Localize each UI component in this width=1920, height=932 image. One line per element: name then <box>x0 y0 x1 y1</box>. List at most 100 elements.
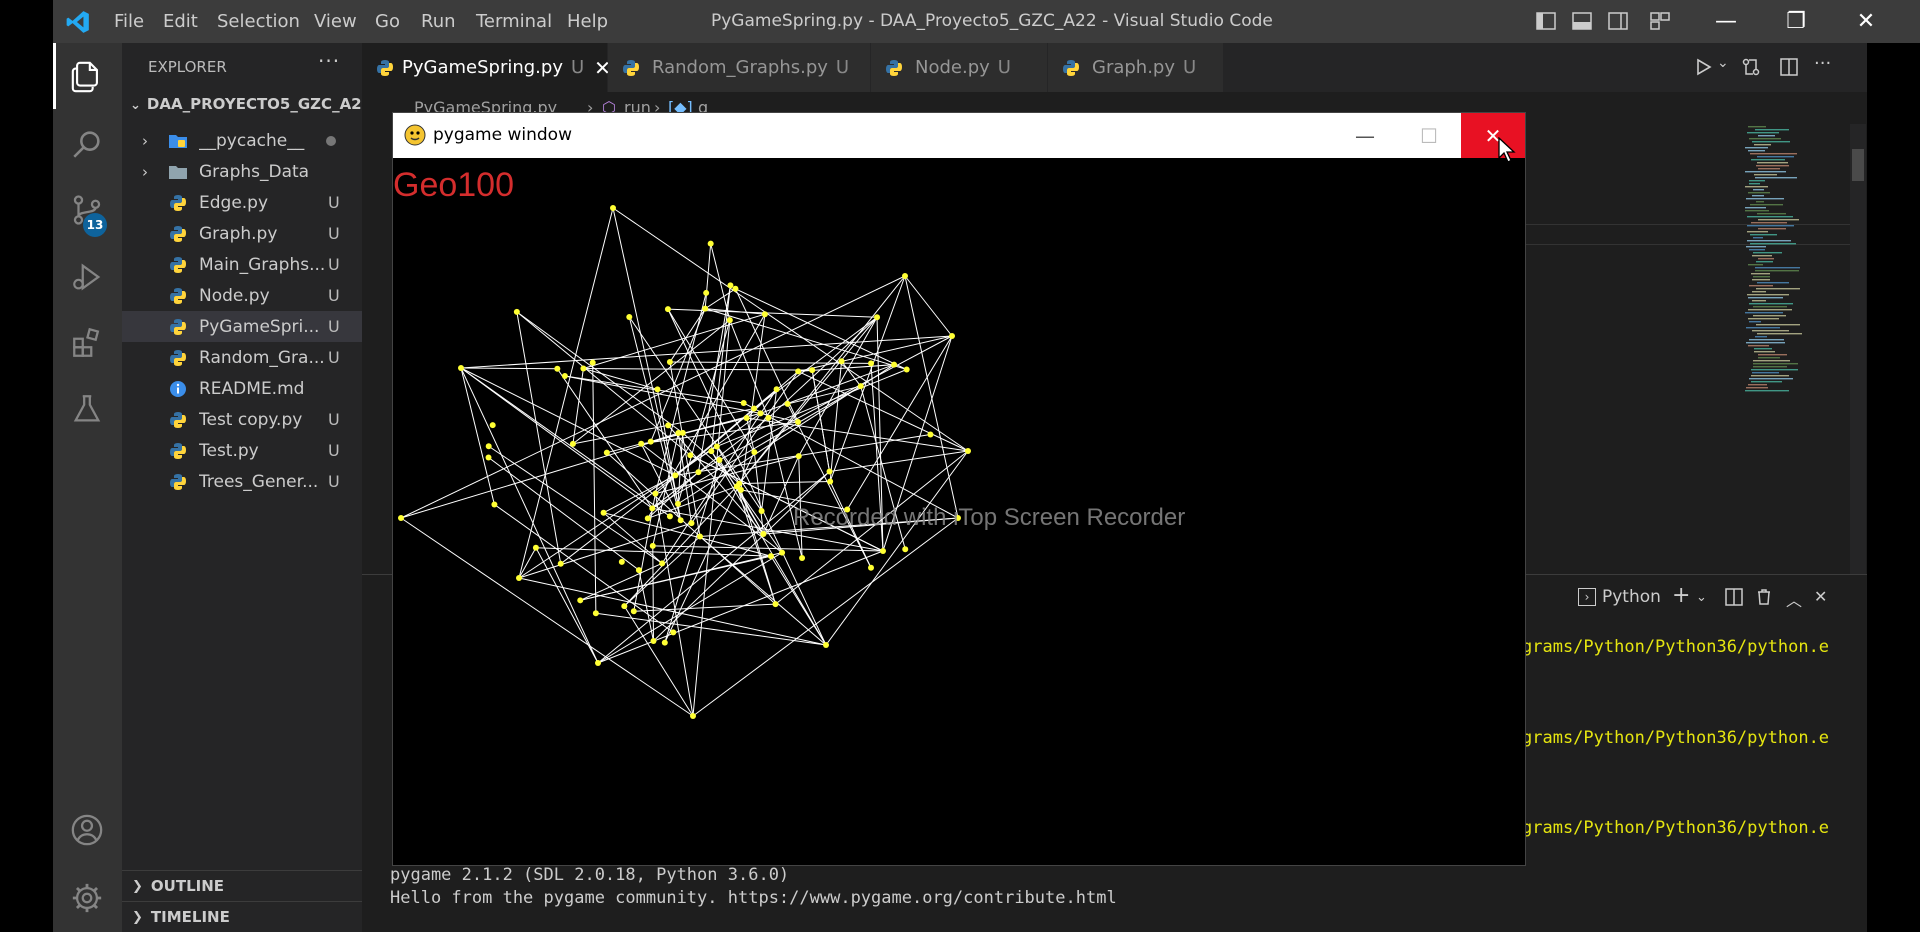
chevron-down-icon[interactable]: ⌄ <box>1696 590 1707 605</box>
minimap-line <box>1755 129 1789 131</box>
menu-file[interactable]: File <box>114 0 144 43</box>
tab-node[interactable]: Node.py U <box>871 43 1047 92</box>
restore-button[interactable]: ❐ <box>1761 0 1831 43</box>
tree-item-trees-generator[interactable]: Trees_Gener... U <box>122 466 362 497</box>
graph-node <box>600 509 607 516</box>
minimap-line <box>1757 282 1789 284</box>
close-panel-icon[interactable]: ✕ <box>1814 587 1827 606</box>
customize-layout-icon[interactable] <box>1649 10 1671 32</box>
graph-node <box>902 546 909 553</box>
close-button[interactable]: ✕ <box>1831 0 1901 43</box>
editor-scrollbar[interactable] <box>1850 124 1866 574</box>
tree-item-test[interactable]: Test.py U <box>122 435 362 466</box>
run-debug-icon[interactable] <box>65 255 109 299</box>
more-actions-icon[interactable]: ··· <box>318 49 340 73</box>
menu-help[interactable]: Help <box>567 0 608 43</box>
tree-item-label: Random_Gra... <box>199 347 325 368</box>
minimap-line <box>1749 183 1760 185</box>
testing-icon[interactable] <box>65 387 109 431</box>
run-dropdown-icon[interactable]: ⌄ <box>1717 55 1729 71</box>
tree-item-node[interactable]: Node.py U <box>122 280 362 311</box>
tree-item-label: __pycache__ <box>199 130 305 151</box>
graph-node <box>458 365 464 371</box>
pygame-maximize-button[interactable]: ☐ <box>1397 113 1461 158</box>
tree-item-edge[interactable]: Edge.py U <box>122 187 362 218</box>
pygame-snake-icon <box>404 124 426 146</box>
tree-item-graphs-data[interactable]: › Graphs_Data <box>122 156 362 187</box>
tree-item-readme[interactable]: README.md <box>122 373 362 404</box>
scrollbar-thumb[interactable] <box>1852 149 1864 181</box>
menu-edit[interactable]: Edit <box>163 0 198 43</box>
minimap-line <box>1752 330 1789 332</box>
pygame-title-bar[interactable]: pygame window — ☐ ✕ <box>393 113 1525 163</box>
minimap-line <box>1755 270 1799 272</box>
tree-item-pycache[interactable]: › __pycache__ <box>122 125 362 156</box>
tree-item-pygamespring[interactable]: PyGameSpri... U <box>122 311 362 342</box>
graph-edge <box>704 288 736 310</box>
tree-item-graph[interactable]: Graph.py U <box>122 218 362 249</box>
graph-node <box>736 480 743 487</box>
minimap-line <box>1757 156 1794 158</box>
menu-terminal[interactable]: Terminal <box>476 0 552 43</box>
graph-node <box>650 637 657 644</box>
graph-node <box>773 386 780 393</box>
run-file-icon[interactable] <box>1692 56 1714 78</box>
tab-random-graphs[interactable]: Random_Graphs.py U <box>608 43 870 92</box>
terminal-selector[interactable]: › Python <box>1578 587 1661 607</box>
sidebar-title: EXPLORER <box>148 58 227 76</box>
pygame-minimize-button[interactable]: — <box>1333 113 1397 158</box>
minimap-line <box>1754 351 1775 353</box>
tree-item-main-graphs[interactable]: Main_Graphs... U <box>122 249 362 280</box>
graph-node <box>809 367 816 374</box>
python-file-icon <box>885 57 907 79</box>
minimap-line <box>1751 273 1770 275</box>
tree-item-random-graphs[interactable]: Random_Gra... U <box>122 342 362 373</box>
menu-selection[interactable]: Selection <box>217 0 300 43</box>
tab-label: PyGameSpring.py <box>402 57 563 78</box>
graph-node <box>751 449 758 456</box>
trash-icon[interactable] <box>1754 587 1774 607</box>
workspace-folder[interactable]: ⌄ DAA_PROYECTO5_GZC_A22 <box>130 95 372 113</box>
compare-changes-icon[interactable] <box>1740 56 1762 78</box>
minimap-line <box>1748 309 1792 311</box>
explorer-icon[interactable] <box>65 55 109 99</box>
minimize-button[interactable]: — <box>1691 0 1761 43</box>
pygame-window[interactable]: pygame window — ☐ ✕ Geo100 Recorded with… <box>392 112 1526 866</box>
graph-node <box>726 317 733 324</box>
menu-view[interactable]: View <box>314 0 357 43</box>
minimap-line <box>1758 135 1775 137</box>
settings-gear-icon[interactable] <box>65 876 109 920</box>
account-icon[interactable] <box>65 808 109 852</box>
toggle-secondary-sidebar-icon[interactable] <box>1607 10 1629 32</box>
pygame-canvas[interactable]: Geo100 Recorded with iTop Screen Recorde… <box>393 158 1525 866</box>
add-terminal-icon[interactable]: + <box>1672 583 1690 608</box>
maximize-panel-icon[interactable]: ︿ <box>1786 587 1802 611</box>
tab-pygamespring[interactable]: PyGameSpring.py U ✕ <box>362 43 611 92</box>
graph-edge <box>612 207 969 452</box>
split-editor-icon[interactable] <box>1778 56 1800 78</box>
graph-edge <box>829 361 843 482</box>
graph-node <box>654 386 661 393</box>
minimap-line <box>1748 126 1766 128</box>
timeline-section[interactable]: ❯ TIMELINE <box>122 901 362 932</box>
minimap[interactable] <box>1735 124 1850 394</box>
minimap-line <box>1746 342 1785 344</box>
more-actions-icon[interactable]: ··· <box>1814 53 1831 74</box>
tab-graph[interactable]: Graph.py U <box>1048 43 1223 92</box>
extensions-icon[interactable] <box>65 321 109 365</box>
minimap-line <box>1756 201 1764 203</box>
graph-node <box>902 273 908 279</box>
toggle-panel-icon[interactable] <box>1571 10 1593 32</box>
split-terminal-icon[interactable] <box>1724 587 1744 607</box>
minimap-line <box>1750 204 1783 206</box>
tree-item-test-copy[interactable]: Test copy.py U <box>122 404 362 435</box>
graph-node <box>557 560 564 567</box>
toggle-sidebar-icon[interactable] <box>1535 10 1557 32</box>
python-file-icon <box>167 285 189 307</box>
search-icon[interactable] <box>65 122 109 166</box>
terminal-path-line: grams/Python/Python36/python.e <box>1522 637 1830 657</box>
menu-go[interactable]: Go <box>375 0 400 43</box>
menu-run[interactable]: Run <box>421 0 456 43</box>
graph-node <box>757 410 764 417</box>
outline-section[interactable]: ❯ OUTLINE <box>122 870 362 901</box>
